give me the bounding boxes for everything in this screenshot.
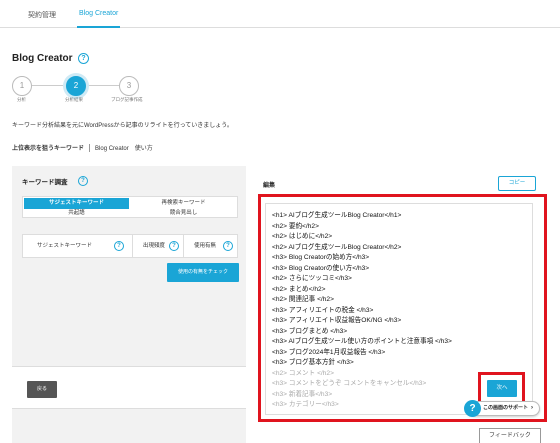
step-1-label: 分析: [17, 97, 26, 102]
segment-competitor-headings[interactable]: 競合見出し: [131, 208, 236, 219]
step-2-label: 分析結果: [65, 97, 83, 102]
column-usage-label: 使用有無: [194, 243, 217, 249]
step-3-label: ブログ記事作成: [111, 97, 143, 102]
column-help-icon[interactable]: ?: [223, 241, 233, 251]
target-keyword-label: 上位表示を狙うキーワード: [12, 146, 85, 152]
step-connector: [32, 85, 64, 86]
bottom-bar: 戻る: [12, 366, 246, 409]
page-title: Blog Creator: [12, 53, 73, 64]
step-3[interactable]: 3: [119, 76, 139, 96]
target-keyword-row: 上位表示を狙うキーワード Blog Creator 使い方: [12, 143, 153, 153]
question-icon: ?: [464, 400, 481, 417]
keyword-table-header: サジェストキーワード ? 出現頻度 ? 使用有無 ?: [22, 234, 238, 258]
column-help-icon[interactable]: ?: [114, 241, 124, 251]
next-highlight: 次へ: [478, 372, 525, 404]
keyword-type-selector: サジェストキーワード 共起語 再検索キーワード 競合見出し: [22, 196, 238, 218]
support-button[interactable]: ? この画面のサポート ›: [464, 400, 541, 417]
check-usage-button[interactable]: 使用の有無をチェック: [167, 263, 239, 282]
description: キーワード分析結果を元にWordPressから記事のリライトを行っていきましょう…: [12, 123, 233, 129]
copy-button[interactable]: コピー: [498, 176, 536, 191]
step-2-active[interactable]: 2: [66, 76, 86, 96]
next-button[interactable]: 次へ: [487, 380, 517, 397]
step-1[interactable]: 1: [12, 76, 32, 96]
help-icon[interactable]: ?: [78, 53, 89, 64]
edit-label: 編集: [263, 183, 276, 189]
chevron-right-icon: ›: [531, 405, 534, 411]
keyword-help-icon[interactable]: ?: [78, 176, 88, 186]
support-label: この画面のサポート: [483, 405, 529, 411]
column-frequency-label: 出現頻度: [143, 243, 166, 249]
segment-cooccurrence[interactable]: 共起語: [24, 208, 129, 219]
step-connector: [87, 85, 119, 86]
keyword-research-title: キーワード調査: [22, 179, 68, 186]
tab-blog-creator[interactable]: Blog Creator: [77, 10, 121, 28]
target-keyword-value: Blog Creator 使い方: [95, 146, 153, 152]
feedback-button[interactable]: フィードバック: [479, 428, 541, 443]
tab-bar: 契約管理 Blog Creator: [0, 0, 560, 28]
column-suggest-label: サジェストキーワード: [37, 243, 93, 249]
column-help-icon[interactable]: ?: [169, 241, 179, 251]
tab-contract[interactable]: 契約管理: [28, 10, 56, 28]
back-button[interactable]: 戻る: [27, 381, 57, 398]
divider: [89, 144, 91, 153]
